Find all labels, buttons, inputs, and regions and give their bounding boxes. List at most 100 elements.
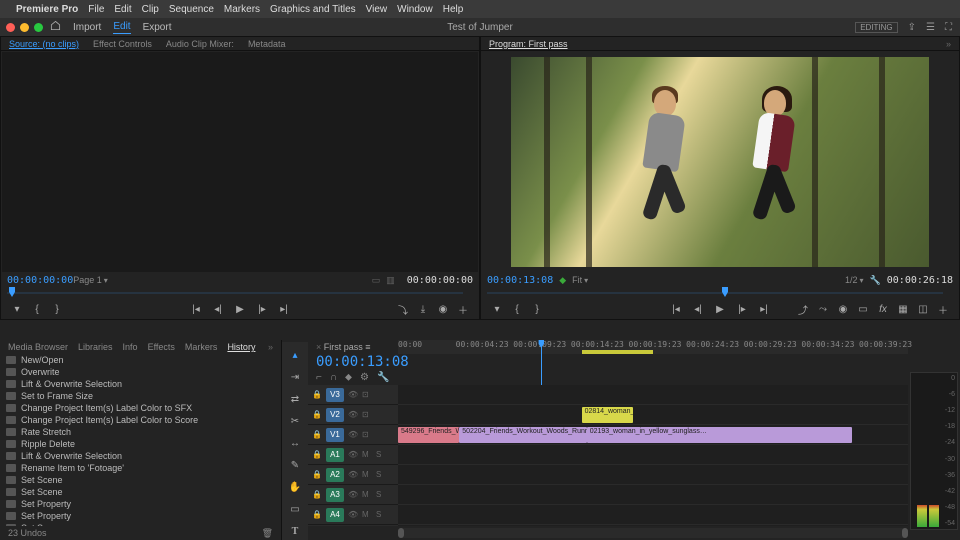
tab-info[interactable]: Info	[123, 342, 138, 352]
menu-file[interactable]: File	[88, 4, 104, 15]
track-label[interactable]: A2	[326, 468, 344, 482]
track-header-a2[interactable]: 🔒A2👁MS	[308, 465, 398, 485]
vr-toggle-icon[interactable]: ◫	[917, 303, 929, 315]
close-sequence-icon[interactable]: ×	[316, 342, 321, 352]
timeline-zoom-bar[interactable]	[398, 528, 908, 538]
go-to-out-icon[interactable]: ▸|	[758, 303, 770, 315]
proxy-toggle-icon[interactable]: ▦	[897, 303, 909, 315]
sync-lock-icon[interactable]: ⊡	[362, 410, 372, 419]
program-viewer[interactable]	[511, 57, 929, 267]
menu-view[interactable]: View	[366, 4, 388, 15]
tab-program[interactable]: Program: First pass	[489, 39, 568, 49]
minimize-window-icon[interactable]	[20, 23, 29, 32]
slip-tool-icon[interactable]: ↔	[288, 436, 302, 450]
menu-sequence[interactable]: Sequence	[169, 4, 214, 15]
toggle-output-icon[interactable]: 👁	[348, 450, 358, 459]
history-item[interactable]: Set Scene	[0, 486, 281, 498]
lift-icon[interactable]: ⤴	[797, 303, 809, 315]
linked-selection-icon[interactable]: ∩	[330, 372, 337, 383]
track-label[interactable]: A4	[326, 508, 344, 522]
mark-out-icon[interactable]: }	[531, 303, 543, 315]
history-item[interactable]: Change Project Item(s) Label Color to Sc…	[0, 414, 281, 426]
fx-icon[interactable]: fx	[877, 303, 889, 315]
menu-markers[interactable]: Markers	[224, 4, 260, 15]
solo-icon[interactable]: S	[376, 510, 386, 519]
lock-icon[interactable]: 🔒	[312, 410, 322, 419]
mute-icon[interactable]: M	[362, 490, 372, 499]
toggle-output-icon[interactable]: 👁	[348, 490, 358, 499]
track-header-a4[interactable]: 🔒A4👁MS	[308, 505, 398, 525]
history-item[interactable]: Set Property	[0, 498, 281, 510]
close-window-icon[interactable]	[6, 23, 15, 32]
track-header-a3[interactable]: 🔒 A3 👁 MS	[308, 485, 398, 505]
source-tc-in[interactable]: 00:00:00:00	[7, 275, 73, 286]
step-back-icon[interactable]: ◂|	[212, 303, 224, 315]
step-fwd-icon[interactable]: |▸	[256, 303, 268, 315]
mute-icon[interactable]: M	[362, 510, 372, 519]
razor-tool-icon[interactable]: ✂	[288, 414, 302, 428]
menu-window[interactable]: Window	[397, 4, 433, 15]
wrench-icon[interactable]: 🔧	[377, 372, 389, 383]
mark-in-icon[interactable]: {	[31, 303, 43, 315]
clip[interactable]: 549296_Friends_Wo…	[398, 427, 459, 443]
history-item[interactable]: Rename Item to 'Fotoage'	[0, 462, 281, 474]
track-label[interactable]: A1	[326, 448, 344, 462]
video-track-row[interactable]: 02814_woman_…fx	[398, 405, 908, 425]
zoom-handle-left-icon[interactable]	[398, 528, 404, 538]
solo-icon[interactable]: S	[376, 470, 386, 479]
home-icon[interactable]	[50, 20, 61, 34]
type-tool-icon[interactable]: T	[288, 524, 302, 538]
clip[interactable]: 02814_woman_…fx	[582, 407, 633, 423]
lock-icon[interactable]: 🔒	[312, 450, 322, 459]
trash-icon[interactable]: 🗑	[262, 528, 273, 539]
clip[interactable]: 502204_Friends_Workout_Woods_Running_R…	[459, 427, 587, 443]
track-header-v2[interactable]: 🔒V2👁⊡	[308, 405, 398, 425]
menu-edit[interactable]: Edit	[114, 4, 131, 15]
play-icon[interactable]: ▶	[714, 303, 726, 315]
tab-history[interactable]: History	[227, 342, 255, 352]
hand-tool-icon[interactable]: ✋	[288, 480, 302, 494]
sequence-name[interactable]: First pass	[324, 342, 363, 352]
go-to-in-icon[interactable]: |◂	[670, 303, 682, 315]
history-list[interactable]: New/OpenOverwriteLift & Overwrite Select…	[0, 354, 281, 526]
mute-icon[interactable]: M	[362, 450, 372, 459]
step-back-icon[interactable]: ◂|	[692, 303, 704, 315]
mark-out-icon[interactable]: }	[51, 303, 63, 315]
tab-metadata[interactable]: Metadata	[248, 39, 286, 49]
clip[interactable]: 02193_woman_in_yellow_sunglass…	[587, 427, 852, 443]
tab-export[interactable]: Export	[143, 22, 172, 33]
track-label[interactable]: A3	[326, 488, 344, 502]
add-marker-icon[interactable]: ▾	[11, 303, 23, 315]
go-to-in-icon[interactable]: |◂	[190, 303, 202, 315]
track-label[interactable]: V1	[326, 428, 344, 442]
track-select-tool-icon[interactable]: ⇥	[288, 370, 302, 384]
mute-icon[interactable]: M	[362, 470, 372, 479]
program-ruler[interactable]	[487, 287, 953, 299]
program-tc[interactable]: 00:00:13:08	[487, 275, 553, 286]
comparison-view-icon[interactable]: ▭	[857, 303, 869, 315]
menu-graphics[interactable]: Graphics and Titles	[270, 4, 356, 15]
settings-icon[interactable]: ⚙	[360, 372, 369, 383]
lock-icon[interactable]: 🔒	[312, 470, 322, 479]
history-item[interactable]: Rate Stretch	[0, 426, 281, 438]
track-header-v1[interactable]: 🔒V1👁⊡	[308, 425, 398, 445]
zoom-handle-right-icon[interactable]	[902, 528, 908, 538]
quick-export-icon[interactable]: ⇪	[908, 22, 916, 33]
track-header-a1[interactable]: 🔒A1👁MS	[308, 445, 398, 465]
go-to-out-icon[interactable]: ▸|	[278, 303, 290, 315]
history-item[interactable]: Set Property	[0, 510, 281, 522]
full-screen-icon[interactable]: ⛶	[945, 22, 952, 33]
history-item[interactable]: Ripple Delete	[0, 438, 281, 450]
program-fit[interactable]: Fit	[572, 275, 588, 285]
toggle-output-icon[interactable]: 👁	[348, 390, 358, 399]
menu-help[interactable]: Help	[443, 4, 464, 15]
lock-icon[interactable]: 🔒	[312, 490, 322, 499]
tab-effects[interactable]: Effects	[148, 342, 175, 352]
track-content[interactable]: 02814_woman_…fx 549296_Friends_Wo…502204_…	[398, 385, 908, 526]
solo-icon[interactable]: S	[376, 490, 386, 499]
source-safe-margins-icon[interactable]: ▥	[386, 275, 395, 286]
tab-libraries[interactable]: Libraries	[78, 342, 113, 352]
audio-track-row[interactable]	[398, 445, 908, 465]
history-item[interactable]: Set Scene	[0, 474, 281, 486]
panel-menu-icon[interactable]: »	[946, 39, 951, 49]
